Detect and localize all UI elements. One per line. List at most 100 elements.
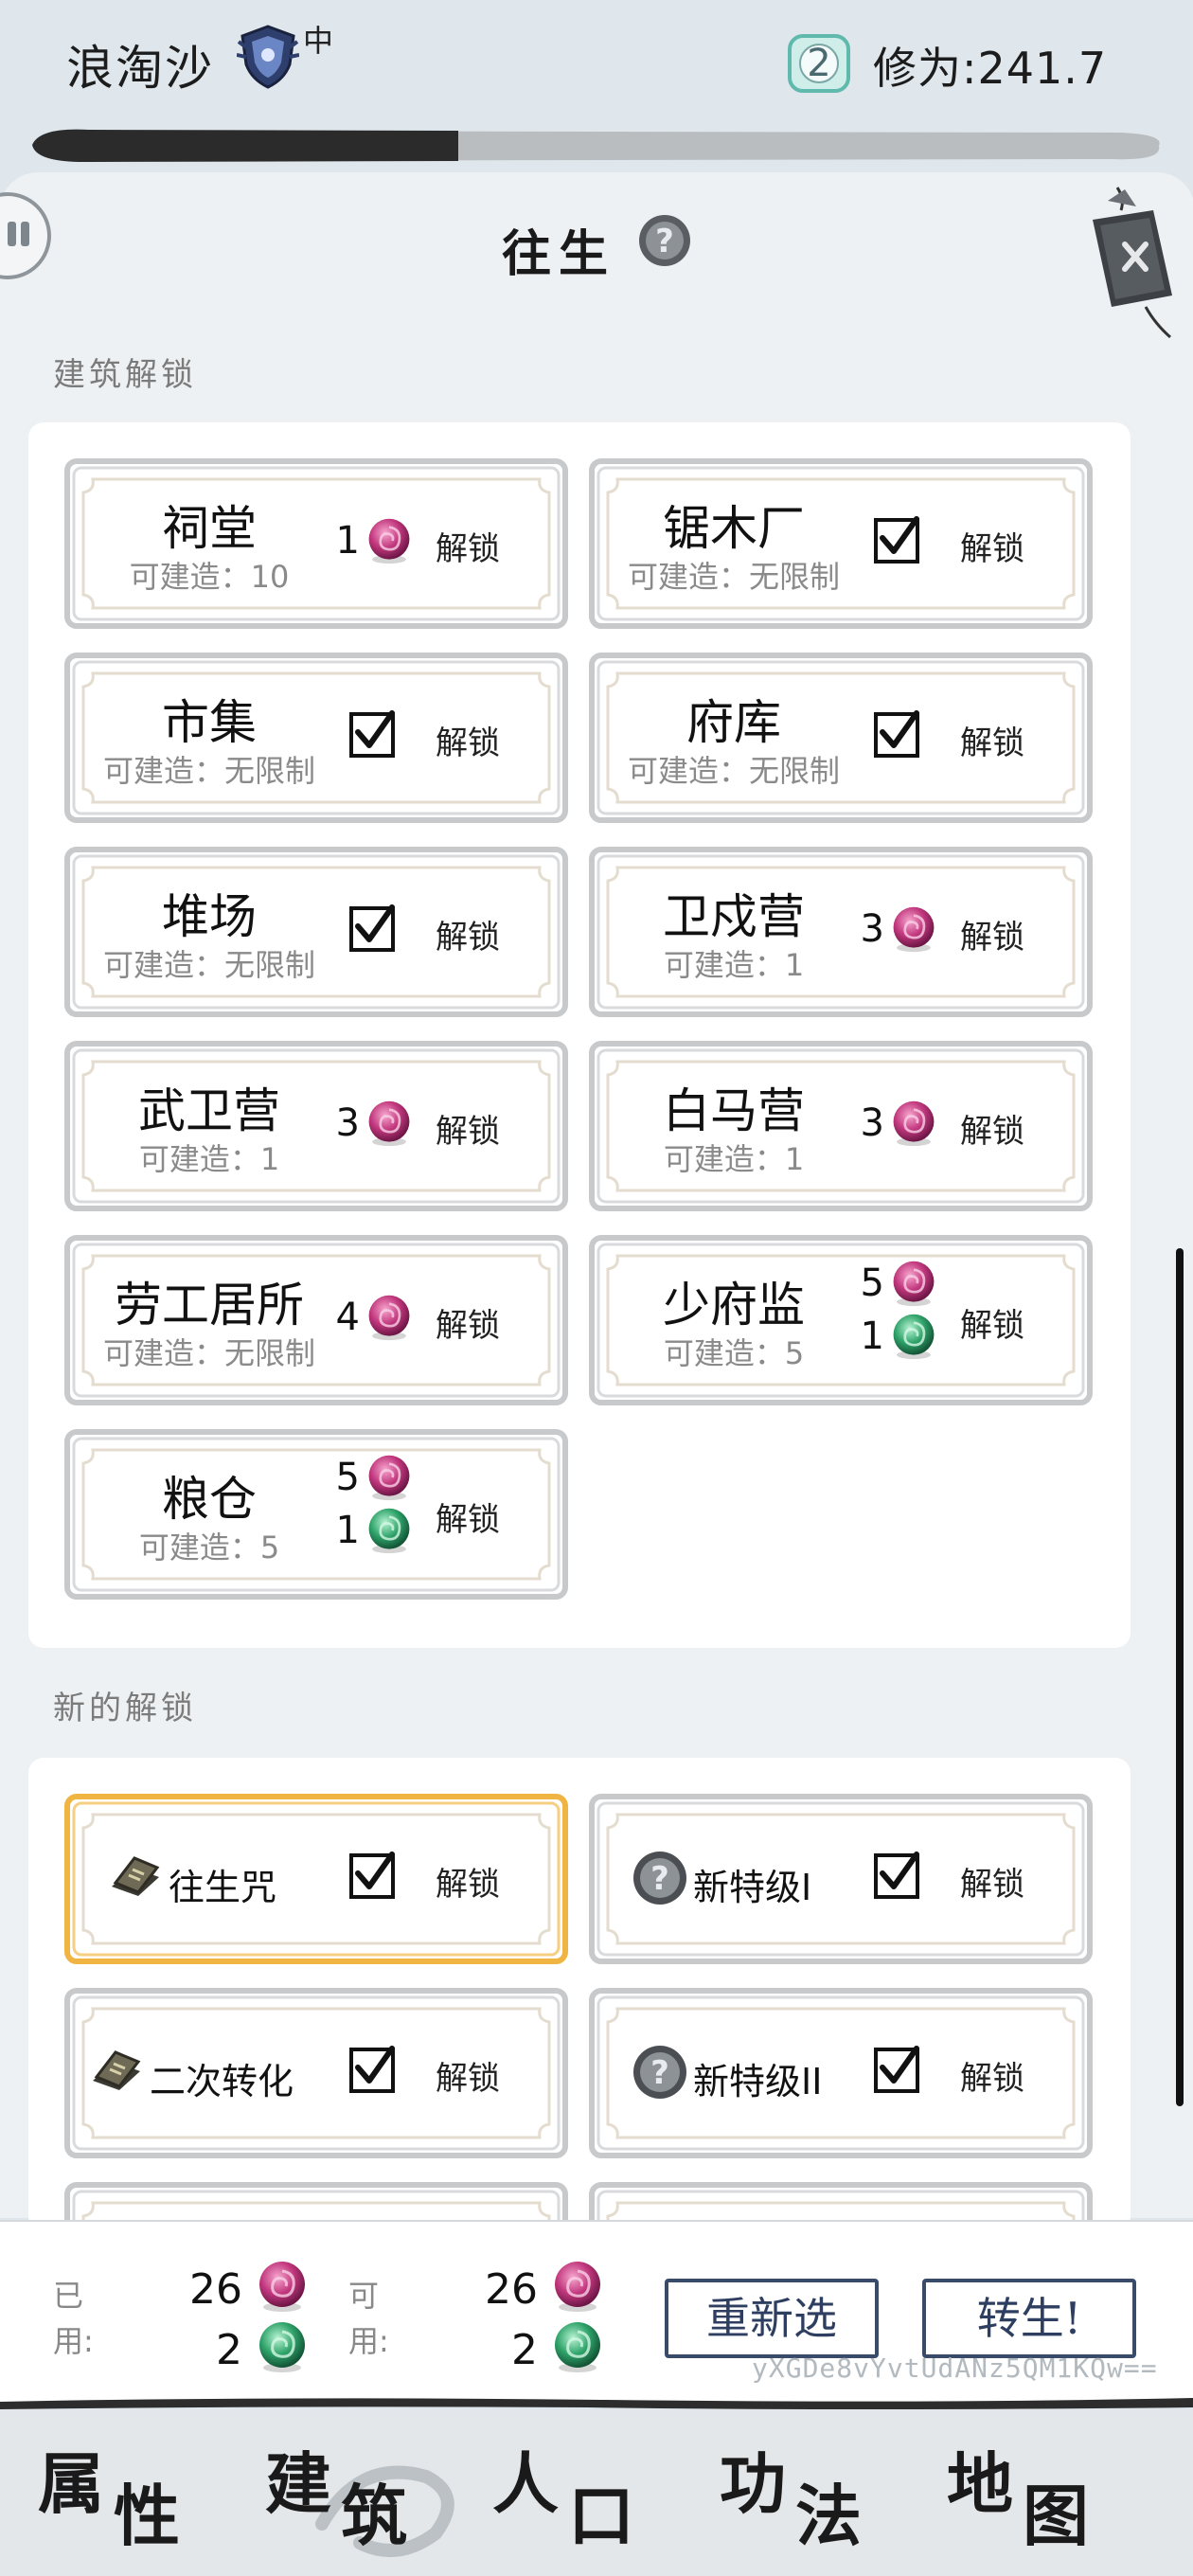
unlock-label[interactable]: 解锁 [960,911,1024,957]
unlock-label[interactable]: 解锁 [436,1299,500,1346]
pink-orb-icon [256,2260,309,2313]
skill-unlock-card[interactable]: 往生咒 解锁 [64,1794,568,1964]
building-name: 劳工居所 [115,1278,304,1333]
used-green-count: 2 [216,2326,242,2374]
green-orb-icon [890,1313,937,1360]
checkbox-checked-icon[interactable] [348,709,398,759]
bottom-nav: 属性建筑人口功法地图 [0,2410,1193,2576]
unlock-label[interactable]: 解锁 [436,1858,500,1905]
cost-count: 3 [860,1101,884,1145]
pink-orb-icon [365,1100,413,1147]
player-name: 浪淘沙 [66,41,214,96]
unlock-label[interactable]: 解锁 [960,523,1024,569]
build-limit: 可建造：5 [663,1335,805,1371]
building-card[interactable]: 劳工居所 可建造：无限制 4 解锁 [64,1235,568,1405]
save-code: yXGDe8vYvtUdANz5QM1KQw== [752,2352,1158,2384]
building-card[interactable]: 锯木厂 可建造：无限制 解锁 [589,458,1093,629]
checkbox-checked-icon[interactable] [348,2045,398,2094]
checkbox-checked-icon[interactable] [873,515,922,564]
book-icon [112,1856,160,1896]
new-unlock-section-label: 新的解锁 [53,1690,197,1727]
used-pink-count: 26 [189,2265,242,2314]
available-label: 可 用: [348,2278,389,2359]
building-card[interactable]: 少府监 可建造：5 5 1 解锁 [589,1235,1093,1405]
skill-name: 新特级II [693,2061,823,2102]
unlock-label[interactable]: 解锁 [436,2052,500,2099]
pink-orb-icon [890,1260,937,1307]
reselect-button[interactable]: 重新选 [665,2279,879,2358]
skill-name: 二次转化 [150,2061,294,2102]
building-card[interactable]: 白马营 可建造：1 3 解锁 [589,1041,1093,1211]
building-card[interactable]: 堆场 可建造：无限制 解锁 [64,847,568,1017]
pause-icon[interactable] [0,184,55,288]
available-pink-count: 26 [485,2265,538,2314]
unlock-label[interactable]: 解锁 [436,1105,500,1152]
checkbox-checked-icon[interactable] [348,1851,398,1900]
nav-tab-1[interactable]: 属性 [38,2410,265,2576]
unlock-label[interactable]: 解锁 [960,1858,1024,1905]
unlock-label[interactable]: 解锁 [960,717,1024,763]
question-icon[interactable]: ? [636,212,693,269]
cost-count: 3 [335,1101,360,1145]
build-limit: 可建造：1 [663,947,805,983]
skill-unlock-card[interactable]: ? 新特级II 解锁 [589,1988,1093,2158]
used-label: 已 用: [53,2278,94,2359]
unlock-label[interactable]: 解锁 [960,1105,1024,1152]
unlock-label[interactable]: 解锁 [436,1494,500,1540]
unlock-label[interactable]: 解锁 [960,1299,1024,1346]
green-orb-icon [365,1507,413,1554]
building-name: 祠堂 [162,501,257,556]
nav-char: 口 [568,2477,634,2555]
pink-orb-icon [890,905,937,953]
available-green-count: 2 [511,2326,538,2374]
skill-unlock-card[interactable]: 二次转化 解锁 [64,1988,568,2158]
building-name: 粮仓 [162,1472,257,1527]
build-limit: 可建造：无限制 [627,753,840,789]
building-card[interactable]: 市集 可建造：无限制 解锁 [64,653,568,823]
scrollbar[interactable] [1176,1248,1184,2106]
checkbox-checked-icon[interactable] [348,903,398,953]
close-tag-icon[interactable] [1079,182,1184,343]
building-name: 堆场 [162,889,257,944]
cultivation-label: 修为: [873,43,978,94]
cost-count: 1 [335,519,360,563]
building-card[interactable]: 卫戍营 可建造：1 3 解锁 [589,847,1093,1017]
checkbox-checked-icon[interactable] [873,2045,922,2094]
checkbox-checked-icon[interactable] [873,709,922,759]
unlock-label[interactable]: 解锁 [960,2052,1024,2099]
coin-count: 2 [807,42,831,85]
reincarnate-button[interactable]: 转生! [922,2279,1136,2358]
shield-crest-icon[interactable] [237,23,299,91]
building-card[interactable]: 府库 可建造：无限制 解锁 [589,653,1093,823]
unlock-label[interactable]: 解锁 [436,911,500,957]
coin-badge[interactable]: 2 [786,32,852,95]
nav-tab-4[interactable]: 功法 [720,2410,947,2576]
build-limit: 可建造：无限制 [627,559,840,595]
top-bar: 浪淘沙 中 2 修为:241.7 [0,0,1193,123]
build-limit: 可建造：无限制 [102,1335,315,1371]
nav-char: 筑 [341,2477,407,2555]
green-orb-icon [551,2320,604,2373]
cost-count: 5 [860,1261,884,1305]
cultivation-value: 修为:241.7 [873,34,1107,97]
panel-title: 往生 [502,225,616,283]
building-card[interactable]: 粮仓 可建造：5 5 1 解锁 [64,1429,568,1600]
nav-tab-3[interactable]: 人口 [492,2410,720,2576]
nav-char: 地 [947,2444,1013,2523]
pink-orb-icon [365,517,413,564]
skill-unlock-card[interactable]: ? 新特级I 解锁 [589,1794,1093,1964]
cost-count: 4 [335,1296,360,1339]
build-limit: 可建造：5 [138,1530,280,1565]
building-card[interactable]: 武卫营 可建造：1 3 解锁 [64,1041,568,1211]
nav-tab-5[interactable]: 地图 [947,2410,1174,2576]
unlock-label[interactable]: 解锁 [436,717,500,763]
unlock-label[interactable]: 解锁 [436,523,500,569]
question-icon: ? [633,1852,686,1905]
nav-char: 属 [38,2444,104,2523]
checkbox-checked-icon[interactable] [873,1851,922,1900]
building-card[interactable]: 祠堂 可建造：10 1 解锁 [64,458,568,629]
building-name: 府库 [686,695,781,750]
pink-orb-icon [890,1100,937,1147]
cost-count: 1 [335,1509,360,1552]
nav-tab-2[interactable]: 建筑 [265,2410,492,2576]
